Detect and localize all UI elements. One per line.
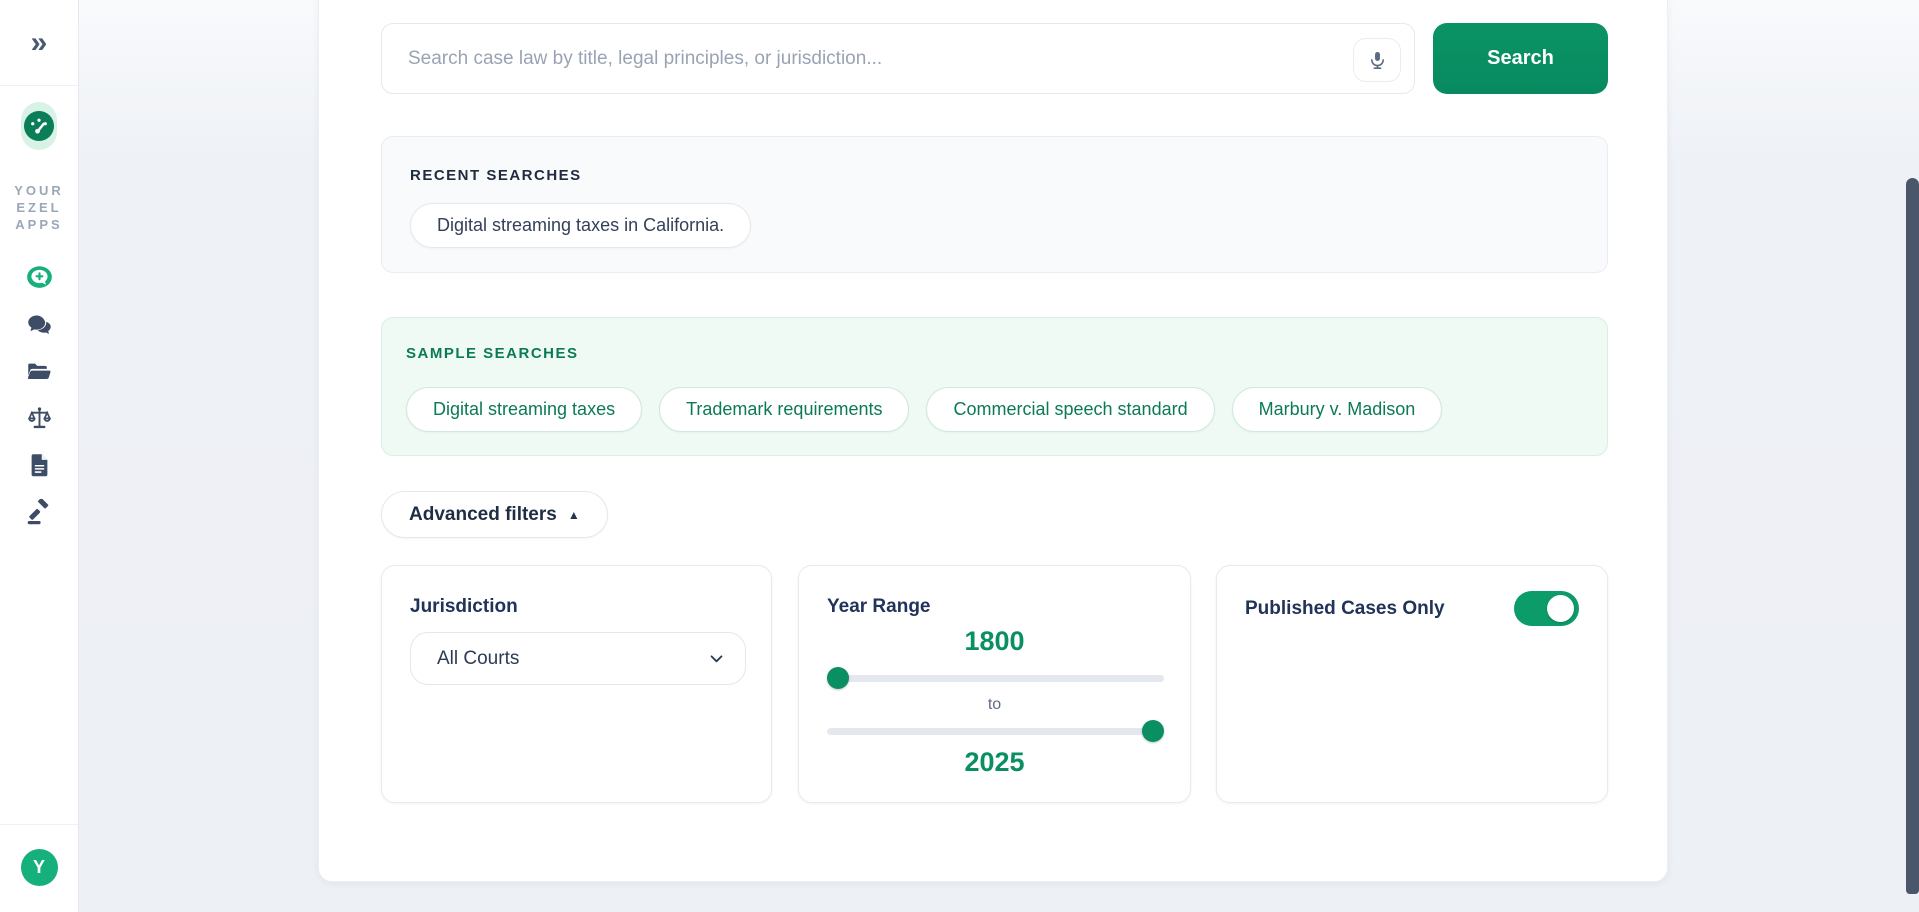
sample-search-chip[interactable]: Trademark requirements <box>659 387 909 432</box>
recent-search-chip[interactable]: Digital streaming taxes in California. <box>410 203 751 248</box>
chats-icon <box>26 311 53 338</box>
year-max-slider-track[interactable] <box>827 728 1164 735</box>
year-min-slider[interactable] <box>827 667 1164 689</box>
sample-search-chip[interactable]: Marbury v. Madison <box>1232 387 1443 432</box>
year-range-card: Year Range 1800 to 2025 <box>798 565 1191 803</box>
search-button[interactable]: Search <box>1433 23 1608 94</box>
year-from-value: 1800 <box>799 626 1190 657</box>
sample-searches-section: SAMPLE SEARCHES Digital streaming taxes T… <box>381 317 1608 456</box>
search-page-card: Search RECENT SEARCHES Digital streaming… <box>318 0 1668 882</box>
vertical-scrollbar-thumb[interactable] <box>1906 178 1919 894</box>
sidebar-item-new-chat[interactable] <box>24 263 54 291</box>
recent-searches-section: RECENT SEARCHES Digital streaming taxes … <box>381 136 1608 273</box>
voice-search-button[interactable] <box>1353 38 1401 82</box>
year-min-slider-thumb[interactable] <box>827 667 849 689</box>
active-app-highlight[interactable] <box>21 102 57 150</box>
year-to-value: 2025 <box>799 747 1190 778</box>
sidebar-item-conversations[interactable] <box>24 310 54 338</box>
recent-searches-heading: RECENT SEARCHES <box>410 167 1579 184</box>
sample-searches-heading: SAMPLE SEARCHES <box>406 345 1583 362</box>
year-min-slider-track[interactable] <box>827 675 1164 682</box>
triangle-up-icon: ▲ <box>568 508 580 522</box>
your-ezel-apps-label: YOUR EZEL APPS <box>14 182 64 233</box>
scales-icon <box>26 405 53 432</box>
year-max-slider-thumb[interactable] <box>1142 720 1164 742</box>
sample-search-chip[interactable]: Commercial speech standard <box>926 387 1214 432</box>
gauge-icon <box>24 111 54 141</box>
expand-sidebar-button[interactable]: » <box>31 28 48 58</box>
published-cases-toggle[interactable] <box>1514 591 1579 626</box>
sample-searches-list: Digital streaming taxes Trademark require… <box>406 387 1583 432</box>
gavel-icon <box>26 499 53 526</box>
jurisdiction-selected-value: All Courts <box>437 648 519 670</box>
jurisdiction-select[interactable]: All Courts <box>410 632 746 685</box>
sidebar-item-rulings[interactable] <box>24 498 54 526</box>
sidebar-item-documents[interactable] <box>24 451 54 479</box>
user-avatar[interactable]: Y <box>21 849 58 886</box>
sidebar-item-files[interactable] <box>24 357 54 385</box>
microphone-icon <box>1367 50 1388 71</box>
year-range-separator: to <box>799 696 1190 714</box>
advanced-filters-label: Advanced filters <box>409 504 557 526</box>
sidebar: » YOUR EZEL APPS <box>0 0 79 912</box>
year-range-label: Year Range <box>827 596 931 618</box>
year-max-slider[interactable] <box>827 720 1164 742</box>
published-cases-card: Published Cases Only <box>1216 565 1608 803</box>
search-input[interactable] <box>381 23 1415 94</box>
recent-searches-list: Digital streaming taxes in California. <box>410 203 1579 248</box>
jurisdiction-card: Jurisdiction All Courts <box>381 565 772 803</box>
sidebar-header: » <box>0 0 78 86</box>
chat-plus-icon <box>26 264 53 291</box>
sample-search-chip[interactable]: Digital streaming taxes <box>406 387 642 432</box>
sidebar-app-icons <box>24 263 54 526</box>
folder-icon <box>26 358 53 385</box>
toggle-knob <box>1547 595 1574 622</box>
sidebar-item-case-law[interactable] <box>24 404 54 432</box>
chevron-down-icon <box>708 650 725 667</box>
published-cases-label: Published Cases Only <box>1245 598 1445 620</box>
sidebar-footer: Y <box>0 824 78 912</box>
jurisdiction-label: Jurisdiction <box>410 596 518 618</box>
advanced-filters-button[interactable]: Advanced filters ▲ <box>381 491 608 538</box>
document-icon <box>26 452 53 479</box>
